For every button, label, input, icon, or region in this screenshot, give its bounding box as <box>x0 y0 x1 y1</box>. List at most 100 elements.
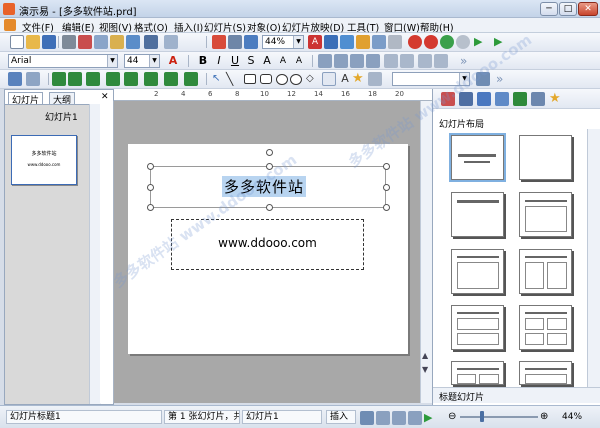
rectangle-icon[interactable] <box>244 74 256 84</box>
cut-icon[interactable] <box>78 35 92 49</box>
maximize-button[interactable]: □ <box>559 2 577 16</box>
decrease-indent-icon[interactable] <box>418 54 432 68</box>
layout-title-table[interactable] <box>519 305 572 350</box>
star-icon[interactable]: ★ <box>549 92 563 106</box>
slide-thumbnail[interactable]: 多多软件站 www.ddooo.com <box>11 135 77 185</box>
layout-blank[interactable] <box>519 135 572 180</box>
justify-icon[interactable] <box>366 54 380 68</box>
menu-slide[interactable]: 幻灯片(S) <box>204 20 246 34</box>
green-circle-icon[interactable] <box>440 35 454 49</box>
table-icon[interactable] <box>372 35 386 49</box>
stop-icon[interactable] <box>424 35 438 49</box>
copy-icon[interactable] <box>94 35 108 49</box>
title-placeholder[interactable]: 多多软件站 <box>147 149 390 211</box>
align-right-icon[interactable] <box>350 54 364 68</box>
tab-slides[interactable]: 幻灯片 <box>8 92 44 106</box>
distribute-icon[interactable] <box>68 72 82 86</box>
resize-handle[interactable] <box>383 184 390 191</box>
chart-icon[interactable] <box>388 35 402 49</box>
style-select[interactable]: ▼ <box>392 72 470 86</box>
subscript-icon[interactable]: A <box>292 54 306 68</box>
font-name-select[interactable]: Arial ▼ <box>8 54 118 68</box>
menu-edit[interactable]: 编辑(E) <box>62 20 94 34</box>
image-icon[interactable] <box>368 72 382 86</box>
menu-file[interactable]: 文件(F) <box>22 20 54 34</box>
rotate-icon[interactable] <box>164 72 178 86</box>
tab-outline[interactable]: 大纲 <box>49 92 76 106</box>
resize-handle[interactable] <box>266 163 273 170</box>
layout-comparison[interactable] <box>519 249 572 294</box>
layout-title-only[interactable] <box>451 192 504 237</box>
align-left-icon[interactable] <box>318 54 332 68</box>
zoom-select[interactable]: 44% ▼ <box>262 35 304 49</box>
format-painter-icon[interactable] <box>126 35 140 49</box>
gray-circle-icon[interactable] <box>456 35 470 49</box>
slide[interactable]: 多多软件站 www.ddooo.com <box>128 144 408 354</box>
rotate-handle[interactable] <box>266 149 273 156</box>
layout-icon[interactable] <box>8 72 22 86</box>
line-style-icon[interactable] <box>476 72 490 86</box>
numbered-list-icon[interactable] <box>400 54 414 68</box>
document-menu-icon[interactable] <box>4 19 16 31</box>
grid-icon[interactable] <box>26 72 40 86</box>
layout-content-grid[interactable] <box>451 305 504 350</box>
play-from-start-icon[interactable]: ▶ <box>494 35 508 49</box>
menu-tools[interactable]: 工具(T) <box>347 20 379 34</box>
clipart-pane-icon[interactable] <box>531 92 545 106</box>
canvas-scrollbar[interactable]: ▲ ▼ <box>420 101 432 403</box>
scroll-down-icon[interactable]: ▼ <box>422 365 428 374</box>
align-object-icon[interactable] <box>52 72 66 86</box>
sorter-view-icon[interactable] <box>392 411 406 425</box>
outline-view-icon[interactable] <box>376 411 390 425</box>
subtitle-placeholder[interactable]: www.ddooo.com <box>171 219 364 270</box>
superscript-icon[interactable]: A <box>276 54 290 68</box>
open-folder-icon[interactable] <box>26 35 40 49</box>
menu-window[interactable]: 窗口(W) <box>384 20 420 34</box>
text-style-icon[interactable]: A <box>308 35 322 49</box>
layout-title-content[interactable] <box>519 192 572 237</box>
ellipse-icon[interactable] <box>276 74 288 85</box>
bring-forward-icon[interactable] <box>124 72 138 86</box>
layout-pane-icon[interactable] <box>441 92 455 106</box>
chevron-down-icon[interactable]: ▼ <box>107 55 117 67</box>
minimize-button[interactable]: ─ <box>540 2 558 16</box>
menu-help[interactable]: 帮助(H) <box>420 20 454 34</box>
play-icon[interactable]: ▶ <box>474 35 488 49</box>
font-size-select[interactable]: 44 ▼ <box>124 54 160 68</box>
menu-view[interactable]: 视图(V) <box>99 20 132 34</box>
font-color-icon[interactable]: A <box>166 54 180 68</box>
slide-title-text[interactable]: 多多软件站 <box>222 176 307 197</box>
layout-scrollbar[interactable] <box>587 129 600 389</box>
select-pointer-icon[interactable]: ↖ <box>212 72 226 86</box>
chevron-down-icon[interactable]: ▼ <box>459 73 469 85</box>
rounded-rect-icon[interactable] <box>260 74 272 84</box>
resize-handle[interactable] <box>147 163 154 170</box>
circle-icon[interactable] <box>290 74 302 85</box>
scroll-up-icon[interactable]: ▲ <box>422 351 428 360</box>
italic-icon[interactable]: I <box>212 54 226 68</box>
group-icon[interactable] <box>86 72 100 86</box>
insert-chart-icon[interactable] <box>212 35 226 49</box>
paint-icon[interactable] <box>356 35 370 49</box>
animation-pane-icon[interactable] <box>495 92 509 106</box>
new-file-icon[interactable] <box>10 35 24 49</box>
align-center-icon[interactable] <box>334 54 348 68</box>
star-icon[interactable]: ★ <box>352 72 366 86</box>
resize-handle[interactable] <box>147 184 154 191</box>
status-insert-mode[interactable]: 插入 <box>326 410 356 424</box>
zoom-out-icon[interactable]: ⊖ <box>448 412 456 422</box>
wordart-icon[interactable]: A <box>338 72 352 86</box>
menu-object[interactable]: 对象(O) <box>247 20 281 34</box>
slide-subtitle-text[interactable]: www.ddooo.com <box>172 236 363 250</box>
increase-indent-icon[interactable] <box>434 54 448 68</box>
textbox-icon[interactable] <box>322 72 336 86</box>
resize-handle[interactable] <box>383 163 390 170</box>
menu-slideshow[interactable]: 幻灯片放映(D) <box>282 20 344 34</box>
menu-insert[interactable]: 插入(I) <box>174 20 203 34</box>
flip-icon[interactable] <box>184 72 198 86</box>
chevron-down-icon[interactable]: ▼ <box>149 55 159 67</box>
transition-pane-icon[interactable] <box>513 92 527 106</box>
more-options-icon[interactable]: » <box>496 72 510 86</box>
shapes-icon[interactable]: ◇ <box>306 72 320 86</box>
save-icon[interactable] <box>42 35 56 49</box>
